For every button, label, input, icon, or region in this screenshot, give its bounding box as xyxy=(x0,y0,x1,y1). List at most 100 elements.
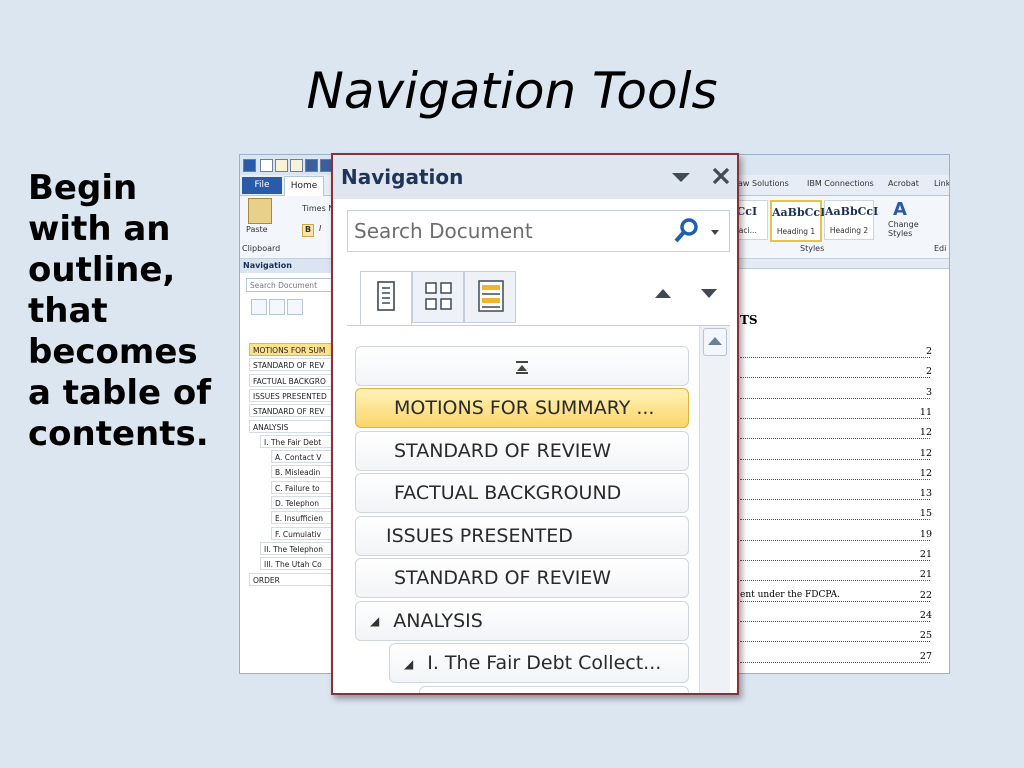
nav-heading-item[interactable]: MOTIONS FOR SUMMARY ... xyxy=(355,388,689,428)
toc-page-number: 21 xyxy=(912,549,932,560)
small-nav-item[interactable]: B. Misleadin xyxy=(271,465,332,479)
small-navigation-pane: Navigation Search Document MOTIONS FOR S… xyxy=(240,259,333,673)
browse-headings-tab[interactable] xyxy=(360,271,412,325)
chevron-down-icon[interactable] xyxy=(708,225,722,239)
search-icon[interactable] xyxy=(670,215,702,247)
small-nav-item[interactable]: STANDARD OF REV xyxy=(249,358,332,372)
expand-triangle-icon[interactable]: ◢ xyxy=(370,602,379,640)
toc-leader-line xyxy=(740,629,930,643)
italic-button[interactable]: I xyxy=(319,224,321,233)
toc-leader-line xyxy=(740,650,930,663)
tab-home[interactable]: Home xyxy=(284,176,324,196)
small-nav-item[interactable]: FACTUAL BACKGRO xyxy=(249,373,332,387)
toc-page-number: 19 xyxy=(912,528,932,540)
editing-group-label: Edi xyxy=(934,244,947,253)
toc-leader-line xyxy=(740,467,930,480)
next-heading-icon[interactable] xyxy=(697,283,721,303)
toc-leader-line xyxy=(740,528,930,541)
toc-page-number: 11 xyxy=(912,406,932,418)
toc-page-number: 12 xyxy=(912,447,932,459)
collapse-all-button[interactable] xyxy=(355,346,689,386)
small-nav-search[interactable]: Search Document xyxy=(246,278,332,292)
new-doc-icon[interactable] xyxy=(260,159,273,172)
nav-heading-label: STANDARD OF REVIEW xyxy=(394,439,612,462)
close-icon[interactable] xyxy=(709,164,733,188)
small-nav-view-buttons[interactable] xyxy=(251,299,305,319)
search-results-icon xyxy=(478,280,504,312)
nav-heading-item[interactable] xyxy=(419,685,689,693)
headings-icon xyxy=(377,281,395,311)
small-nav-item[interactable]: E. Insufficien xyxy=(271,511,332,525)
styles-group-label: Styles xyxy=(800,244,825,253)
toc-leader-line xyxy=(740,386,930,399)
task-pane-options-icon[interactable] xyxy=(669,165,693,189)
word-icon xyxy=(243,159,256,172)
search-box[interactable]: Search Document xyxy=(347,210,730,252)
small-nav-item[interactable]: ISSUES PRESENTED xyxy=(249,388,332,402)
paste-icon[interactable] xyxy=(248,198,272,224)
small-nav-item[interactable]: II. The Telephon xyxy=(260,541,332,555)
browse-pages-tab[interactable] xyxy=(412,271,464,323)
search-input[interactable]: Search Document xyxy=(354,219,533,243)
tab-file[interactable]: File xyxy=(242,177,282,194)
style-heading-2[interactable]: AaBbCcI Heading 2 xyxy=(824,200,878,240)
tab-law-solutions[interactable]: aw Solutions xyxy=(738,179,789,188)
small-nav-item[interactable]: ANALYSIS xyxy=(249,419,332,433)
nav-heading-label: ANALYSIS xyxy=(393,609,483,632)
scroll-up-button[interactable] xyxy=(703,328,727,356)
small-nav-item[interactable]: MOTIONS FOR SUM xyxy=(249,343,332,356)
toc-page-number: 2 xyxy=(912,346,932,357)
expand-triangle-icon[interactable]: ◢ xyxy=(404,645,413,683)
style-heading-1[interactable]: AaBbCcI Heading 1 xyxy=(770,200,825,242)
toc-leader-line xyxy=(740,548,930,561)
folder-icon[interactable] xyxy=(290,159,303,172)
vertical-scrollbar[interactable] xyxy=(699,326,730,693)
nav-header: Navigation xyxy=(333,155,737,199)
nav-heading-item[interactable]: ISSUES PRESENTED xyxy=(355,515,689,556)
collapse-all-icon xyxy=(516,360,528,374)
save-icon[interactable] xyxy=(305,159,318,172)
slide-bullet-text: Begin with an outline, that becomes a ta… xyxy=(28,168,212,454)
toc-page-number: 13 xyxy=(912,488,932,500)
toc-leader-line xyxy=(740,487,930,501)
small-nav-item[interactable]: A. Contact V xyxy=(271,450,332,464)
font-name-box[interactable]: Times N xyxy=(302,204,334,213)
pages-thumbnail-icon xyxy=(425,282,452,310)
change-styles-icon[interactable]: A xyxy=(892,198,910,220)
toc-leader-line xyxy=(740,345,930,358)
paste-label[interactable]: Paste xyxy=(246,225,268,234)
tab-acrobat[interactable]: Acrobat xyxy=(888,179,919,188)
toc-page-number: 21 xyxy=(912,569,932,581)
previous-heading-icon[interactable] xyxy=(651,283,675,303)
tab-links[interactable]: Link xyxy=(934,179,949,188)
bold-button[interactable]: B xyxy=(302,224,314,237)
small-nav-item[interactable]: F. Cumulativ xyxy=(271,526,332,540)
browse-results-tab[interactable] xyxy=(464,271,516,323)
small-nav-item[interactable]: D. Telephon xyxy=(271,496,332,509)
toc-leader-line xyxy=(740,406,930,419)
small-nav-item[interactable]: I. The Fair Debt xyxy=(260,434,332,448)
change-styles-label[interactable]: Change Styles xyxy=(888,220,919,238)
small-nav-item[interactable]: C. Failure to xyxy=(271,480,332,494)
small-nav-item[interactable]: III. The Utah Co xyxy=(260,557,332,571)
toc-page-number: 2 xyxy=(912,366,932,378)
toc-leader-line xyxy=(740,568,930,582)
tab-ibm-connections[interactable]: IBM Connections xyxy=(807,179,874,188)
small-nav-item[interactable]: STANDARD OF REV xyxy=(249,404,332,418)
clipboard-group-label: Clipboard xyxy=(242,244,281,253)
open-folder-icon[interactable] xyxy=(275,159,288,172)
toc-heading: TS xyxy=(740,313,758,327)
nav-heading-item[interactable]: ◢ ANALYSIS xyxy=(355,600,689,641)
nav-heading-label: I. The Fair Debt Collect... xyxy=(427,652,662,674)
toc-page-number: 27 xyxy=(912,650,932,662)
toc-page-number: 3 xyxy=(912,386,932,398)
nav-heading-item[interactable]: STANDARD OF REVIEW xyxy=(355,558,689,598)
nav-heading-item[interactable]: ◢ I. The Fair Debt Collect... xyxy=(389,643,689,683)
toc-leader-line xyxy=(740,365,930,379)
toc-leader-line xyxy=(740,507,930,521)
toc-page-number: 24 xyxy=(912,609,932,621)
small-nav-item[interactable]: ORDER xyxy=(249,572,332,586)
nav-heading-item[interactable]: STANDARD OF REVIEW xyxy=(355,430,689,471)
nav-heading-item[interactable]: FACTUAL BACKGROUND xyxy=(355,473,689,513)
nav-heading-label: ISSUES PRESENTED xyxy=(386,524,573,547)
